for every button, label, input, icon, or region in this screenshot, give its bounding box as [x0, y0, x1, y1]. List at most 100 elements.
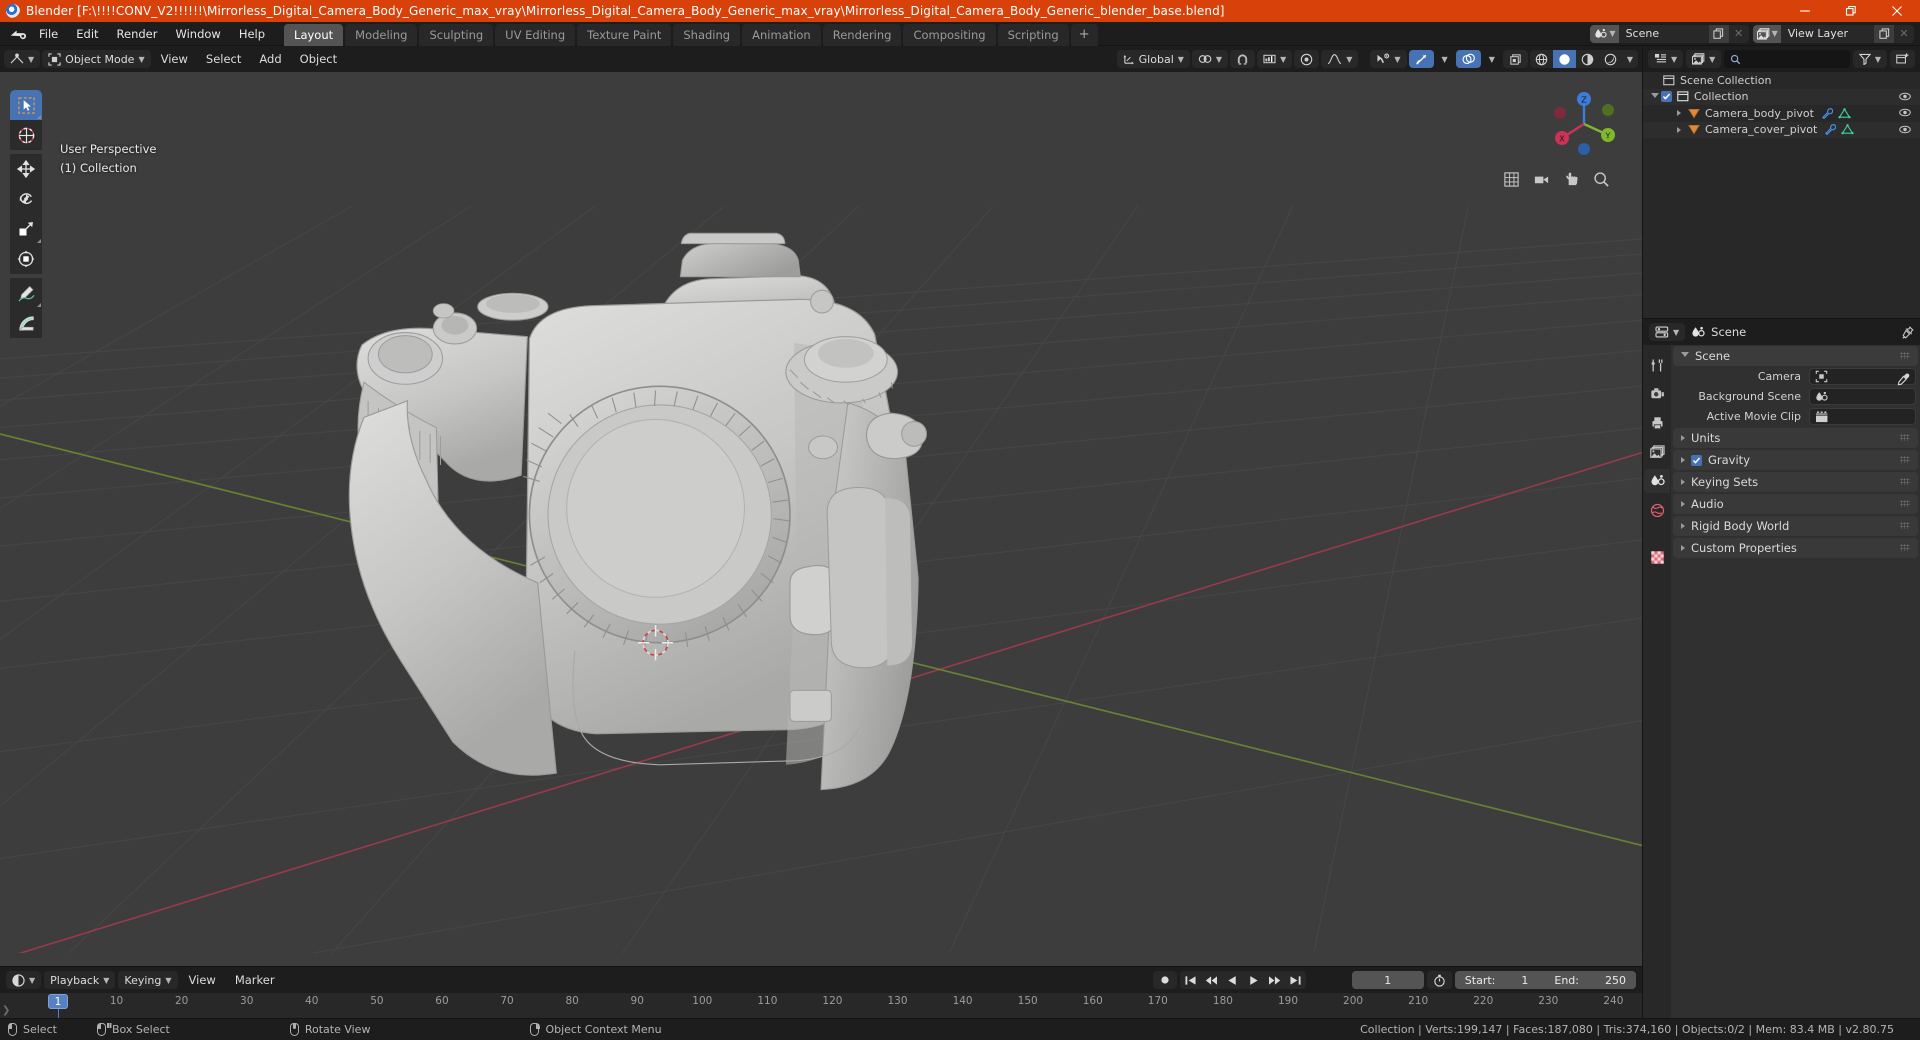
- timeline-menu-marker[interactable]: Marker: [227, 971, 283, 989]
- snap-magnet-icon[interactable]: [1230, 50, 1256, 68]
- object-visibility-selector[interactable]: ▼: [1370, 50, 1407, 68]
- play-icon[interactable]: [1243, 971, 1264, 989]
- shading-dropdown[interactable]: ▼: [1622, 50, 1638, 68]
- zoom-region-icon[interactable]: [1500, 168, 1522, 190]
- panel-units-header[interactable]: Units: [1673, 428, 1918, 448]
- panel-expand-icon[interactable]: [1681, 352, 1689, 360]
- tab-layout[interactable]: Layout: [284, 23, 344, 46]
- shading-rendered-icon[interactable]: [1599, 50, 1622, 68]
- timeline-ruler[interactable]: ❯ 10 20 30 40 50 60 70 80 90 100 110 120 130 140 150 16…: [0, 993, 1642, 1018]
- panel-drag-handle[interactable]: [1900, 478, 1910, 485]
- menu-render[interactable]: Render: [108, 24, 167, 44]
- outliner-row-camera-cover-pivot[interactable]: Camera_cover_pivot: [1643, 121, 1920, 138]
- end-frame-value[interactable]: 250: [1605, 974, 1626, 987]
- transform-orientation-selector[interactable]: Global ▼: [1116, 50, 1190, 68]
- play-reverse-icon[interactable]: [1222, 971, 1243, 989]
- unlink-scene-icon[interactable]: ✕: [1728, 24, 1749, 43]
- render-tab[interactable]: [1644, 382, 1670, 406]
- panel-gravity-header[interactable]: Gravity: [1673, 450, 1918, 470]
- panel-drag-handle[interactable]: [1900, 434, 1910, 441]
- tweak-select-tool[interactable]: [10, 90, 42, 120]
- timeline-playhead[interactable]: 1: [48, 994, 68, 1009]
- menu-edit[interactable]: Edit: [67, 24, 107, 44]
- panel-expand-icon[interactable]: [1681, 545, 1685, 551]
- visibility-eye-icon[interactable]: [1899, 124, 1911, 138]
- pivot-point-selector[interactable]: ▼: [1191, 50, 1229, 68]
- frame-range-fields[interactable]: Start: 1 End: 250: [1454, 971, 1636, 989]
- mesh-data-icon[interactable]: [1841, 124, 1854, 135]
- shading-wireframe-icon[interactable]: [1530, 50, 1553, 68]
- menu-help[interactable]: Help: [230, 24, 274, 44]
- close-icon[interactable]: [1874, 0, 1920, 22]
- gizmo-dropdown[interactable]: ▼: [1436, 50, 1454, 68]
- restore-icon[interactable]: [1828, 0, 1874, 22]
- scene-selector[interactable]: ▼ Scene ✕: [1590, 24, 1749, 43]
- tab-animation[interactable]: Animation: [742, 23, 821, 46]
- timeline-menu-playback[interactable]: Playback ▼: [44, 971, 116, 989]
- interaction-mode-selector[interactable]: Object Mode ▼: [42, 50, 151, 68]
- panel-keying-sets-header[interactable]: Keying Sets: [1673, 472, 1918, 492]
- toggle-xray-icon[interactable]: [1502, 50, 1528, 68]
- cursor-tool[interactable]: [10, 120, 42, 150]
- tab-compositing[interactable]: Compositing: [903, 23, 996, 46]
- timeline-editor-type-icon[interactable]: ▼: [6, 971, 42, 989]
- panel-drag-handle[interactable]: [1900, 352, 1910, 359]
- auto-keying-icon[interactable]: [1152, 971, 1177, 989]
- panel-rigid-body-world-header[interactable]: Rigid Body World: [1673, 516, 1918, 536]
- outliner-tree[interactable]: Scene Collection Collection Camera_body_…: [1643, 72, 1920, 318]
- panel-expand-icon[interactable]: [1681, 479, 1685, 485]
- shading-material-icon[interactable]: [1576, 50, 1599, 68]
- scene-name[interactable]: Scene: [1618, 24, 1709, 43]
- proportional-edit-icon[interactable]: [1294, 50, 1320, 68]
- menu-file[interactable]: File: [30, 24, 67, 44]
- panel-drag-handle[interactable]: [1900, 544, 1910, 551]
- panel-expand-icon[interactable]: [1681, 457, 1685, 463]
- panel-drag-handle[interactable]: [1900, 522, 1910, 529]
- annotate-tool[interactable]: [10, 278, 42, 308]
- jump-start-icon[interactable]: [1180, 971, 1201, 989]
- viewport-menu-object[interactable]: Object: [292, 50, 345, 68]
- menu-window[interactable]: Window: [166, 24, 229, 44]
- panel-expand-icon[interactable]: [1681, 501, 1685, 507]
- outliner-display-mode-icon[interactable]: ▼: [1648, 50, 1684, 68]
- scale-tool[interactable]: [10, 214, 42, 244]
- tab-uv-editing[interactable]: UV Editing: [495, 23, 576, 46]
- move-tool[interactable]: [10, 154, 42, 184]
- overlays-toggle-icon[interactable]: [1455, 50, 1481, 68]
- view-layer-name[interactable]: View Layer: [1780, 24, 1874, 43]
- active-movie-clip-field[interactable]: [1809, 408, 1916, 425]
- view-layer-tab[interactable]: [1644, 440, 1670, 464]
- timeline-menu-view[interactable]: View: [181, 971, 224, 989]
- panel-scene-header[interactable]: Scene: [1673, 346, 1918, 366]
- minimize-icon[interactable]: [1782, 0, 1828, 22]
- use-preview-range-icon[interactable]: [1426, 971, 1452, 989]
- visibility-eye-icon[interactable]: [1899, 107, 1911, 121]
- shading-solid-icon[interactable]: [1552, 50, 1576, 68]
- background-scene-field[interactable]: [1809, 388, 1916, 405]
- tab-sculpting[interactable]: Sculpting: [419, 23, 494, 46]
- panel-custom-properties-header[interactable]: Custom Properties: [1673, 538, 1918, 558]
- blender-menu-icon[interactable]: [4, 27, 30, 40]
- outliner-search-input[interactable]: [1724, 50, 1850, 68]
- panel-audio-header[interactable]: Audio: [1673, 494, 1918, 514]
- visibility-eye-icon[interactable]: [1899, 91, 1911, 105]
- outliner-row-camera-body-pivot[interactable]: Camera_body_pivot: [1643, 105, 1920, 122]
- prev-keyframe-icon[interactable]: [1201, 971, 1222, 989]
- tab-scripting[interactable]: Scripting: [997, 23, 1069, 46]
- panel-expand-icon[interactable]: [1681, 523, 1685, 529]
- tab-texture-paint[interactable]: Texture Paint: [577, 23, 672, 46]
- overlays-dropdown[interactable]: ▼: [1483, 50, 1501, 68]
- filter-id-icon[interactable]: ▼: [1686, 50, 1722, 68]
- falloff-curve-selector[interactable]: ▼: [1321, 50, 1359, 68]
- properties-editor-type-icon[interactable]: ▼: [1649, 323, 1686, 341]
- tool-tab[interactable]: [1644, 353, 1670, 377]
- outliner-row-collection[interactable]: Collection: [1643, 88, 1920, 105]
- viewport-menu-select[interactable]: Select: [198, 50, 249, 68]
- output-tab[interactable]: [1644, 411, 1670, 435]
- tab-modeling[interactable]: Modeling: [345, 23, 418, 46]
- navigation-gizmo[interactable]: Z Y X: [1548, 88, 1620, 160]
- modifier-wrench-icon[interactable]: [1824, 124, 1837, 136]
- current-frame-field[interactable]: 1: [1351, 971, 1424, 989]
- snap-target-selector[interactable]: ▼: [1257, 50, 1293, 68]
- viewport-menu-view[interactable]: View: [153, 50, 196, 68]
